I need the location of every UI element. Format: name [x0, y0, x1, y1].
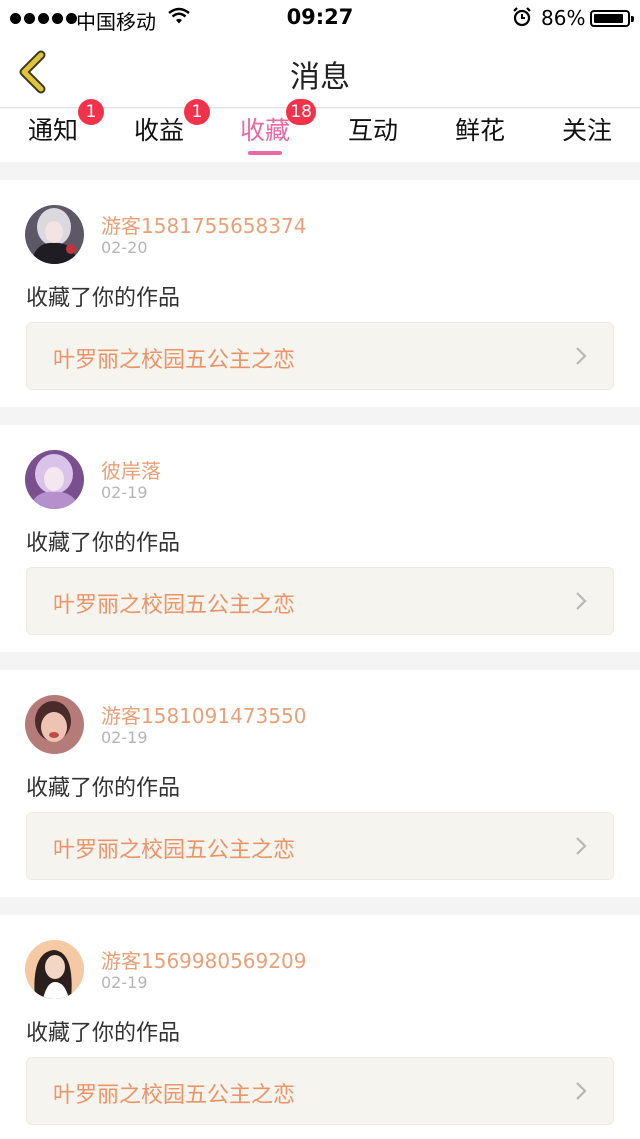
action-text: 收藏了你的作品 [26, 531, 181, 556]
chevron-right-icon [576, 347, 587, 365]
nav-bar: 消息 [0, 36, 640, 108]
timestamp: 02-19 [101, 483, 148, 502]
action-text: 收藏了你的作品 [26, 1021, 181, 1046]
chevron-right-icon [576, 592, 587, 610]
tab-label: 关注 [561, 116, 612, 145]
username[interactable]: 游客1569980569209 [101, 945, 306, 974]
work-link[interactable]: 叶罗丽之校园五公主之恋 [26, 567, 614, 635]
work-title: 叶罗丽之校园五公主之恋 [53, 593, 296, 618]
tab-label: 收藏 [239, 116, 290, 145]
timestamp: 02-19 [101, 973, 148, 992]
unread-badge: 1 [184, 99, 210, 125]
battery-percent: 86% [541, 6, 586, 30]
list-item: 游客1581755658374 02-20 收藏了你的作品 叶罗丽之校园五公主之… [0, 180, 640, 407]
avatar[interactable] [25, 450, 84, 509]
timestamp: 02-20 [101, 238, 148, 257]
status-bar: 中国移动 09:27 86% [0, 0, 640, 36]
unread-badge: 1 [78, 99, 104, 125]
chevron-right-icon [576, 1082, 587, 1100]
username[interactable]: 游客1581755658374 [101, 210, 306, 239]
tab-label: 收益 [133, 116, 184, 145]
list-item: 游客1581091473550 02-19 收藏了你的作品 叶罗丽之校园五公主之… [0, 670, 640, 897]
alarm-clock-icon [512, 6, 532, 33]
work-link[interactable]: 叶罗丽之校园五公主之恋 [26, 812, 614, 880]
avatar[interactable] [25, 695, 84, 754]
tab-bar: 通知 1 收益 1 收藏 18 互动 鲜花 关注 [0, 99, 640, 162]
battery-icon [590, 10, 634, 27]
tab-earnings[interactable]: 收益 1 [106, 99, 212, 162]
work-title: 叶罗丽之校园五公主之恋 [53, 348, 296, 373]
unread-badge: 18 [286, 99, 316, 125]
tab-label: 鲜花 [454, 116, 505, 145]
username[interactable]: 游客1581091473550 [101, 700, 306, 729]
tab-label: 互动 [347, 116, 398, 145]
timestamp: 02-19 [101, 728, 148, 747]
favorites-list: 游客1581755658374 02-20 收藏了你的作品 叶罗丽之校园五公主之… [0, 180, 640, 1139]
tab-flowers[interactable]: 鲜花 [427, 109, 533, 162]
work-link[interactable]: 叶罗丽之校园五公主之恋 [26, 322, 614, 390]
work-title: 叶罗丽之校园五公主之恋 [53, 1083, 296, 1108]
page-title: 消息 [290, 60, 350, 95]
list-item: 彼岸落 02-19 收藏了你的作品 叶罗丽之校园五公主之恋 [0, 425, 640, 652]
tab-favorites[interactable]: 收藏 18 [212, 99, 318, 162]
work-title: 叶罗丽之校园五公主之恋 [53, 838, 296, 863]
action-text: 收藏了你的作品 [26, 776, 181, 801]
tab-interactions[interactable]: 互动 [320, 109, 426, 162]
list-item: 游客1569980569209 02-19 收藏了你的作品 叶罗丽之校园五公主之… [0, 915, 640, 1139]
chevron-right-icon [576, 837, 587, 855]
tab-follows[interactable]: 关注 [534, 109, 640, 162]
avatar[interactable] [25, 940, 84, 999]
avatar[interactable] [25, 205, 84, 264]
work-link[interactable]: 叶罗丽之校园五公主之恋 [26, 1057, 614, 1125]
action-text: 收藏了你的作品 [26, 286, 181, 311]
active-tab-indicator [248, 151, 282, 155]
tab-label: 通知 [27, 116, 78, 145]
tab-notifications[interactable]: 通知 1 [0, 99, 106, 162]
username[interactable]: 彼岸落 [101, 455, 161, 484]
